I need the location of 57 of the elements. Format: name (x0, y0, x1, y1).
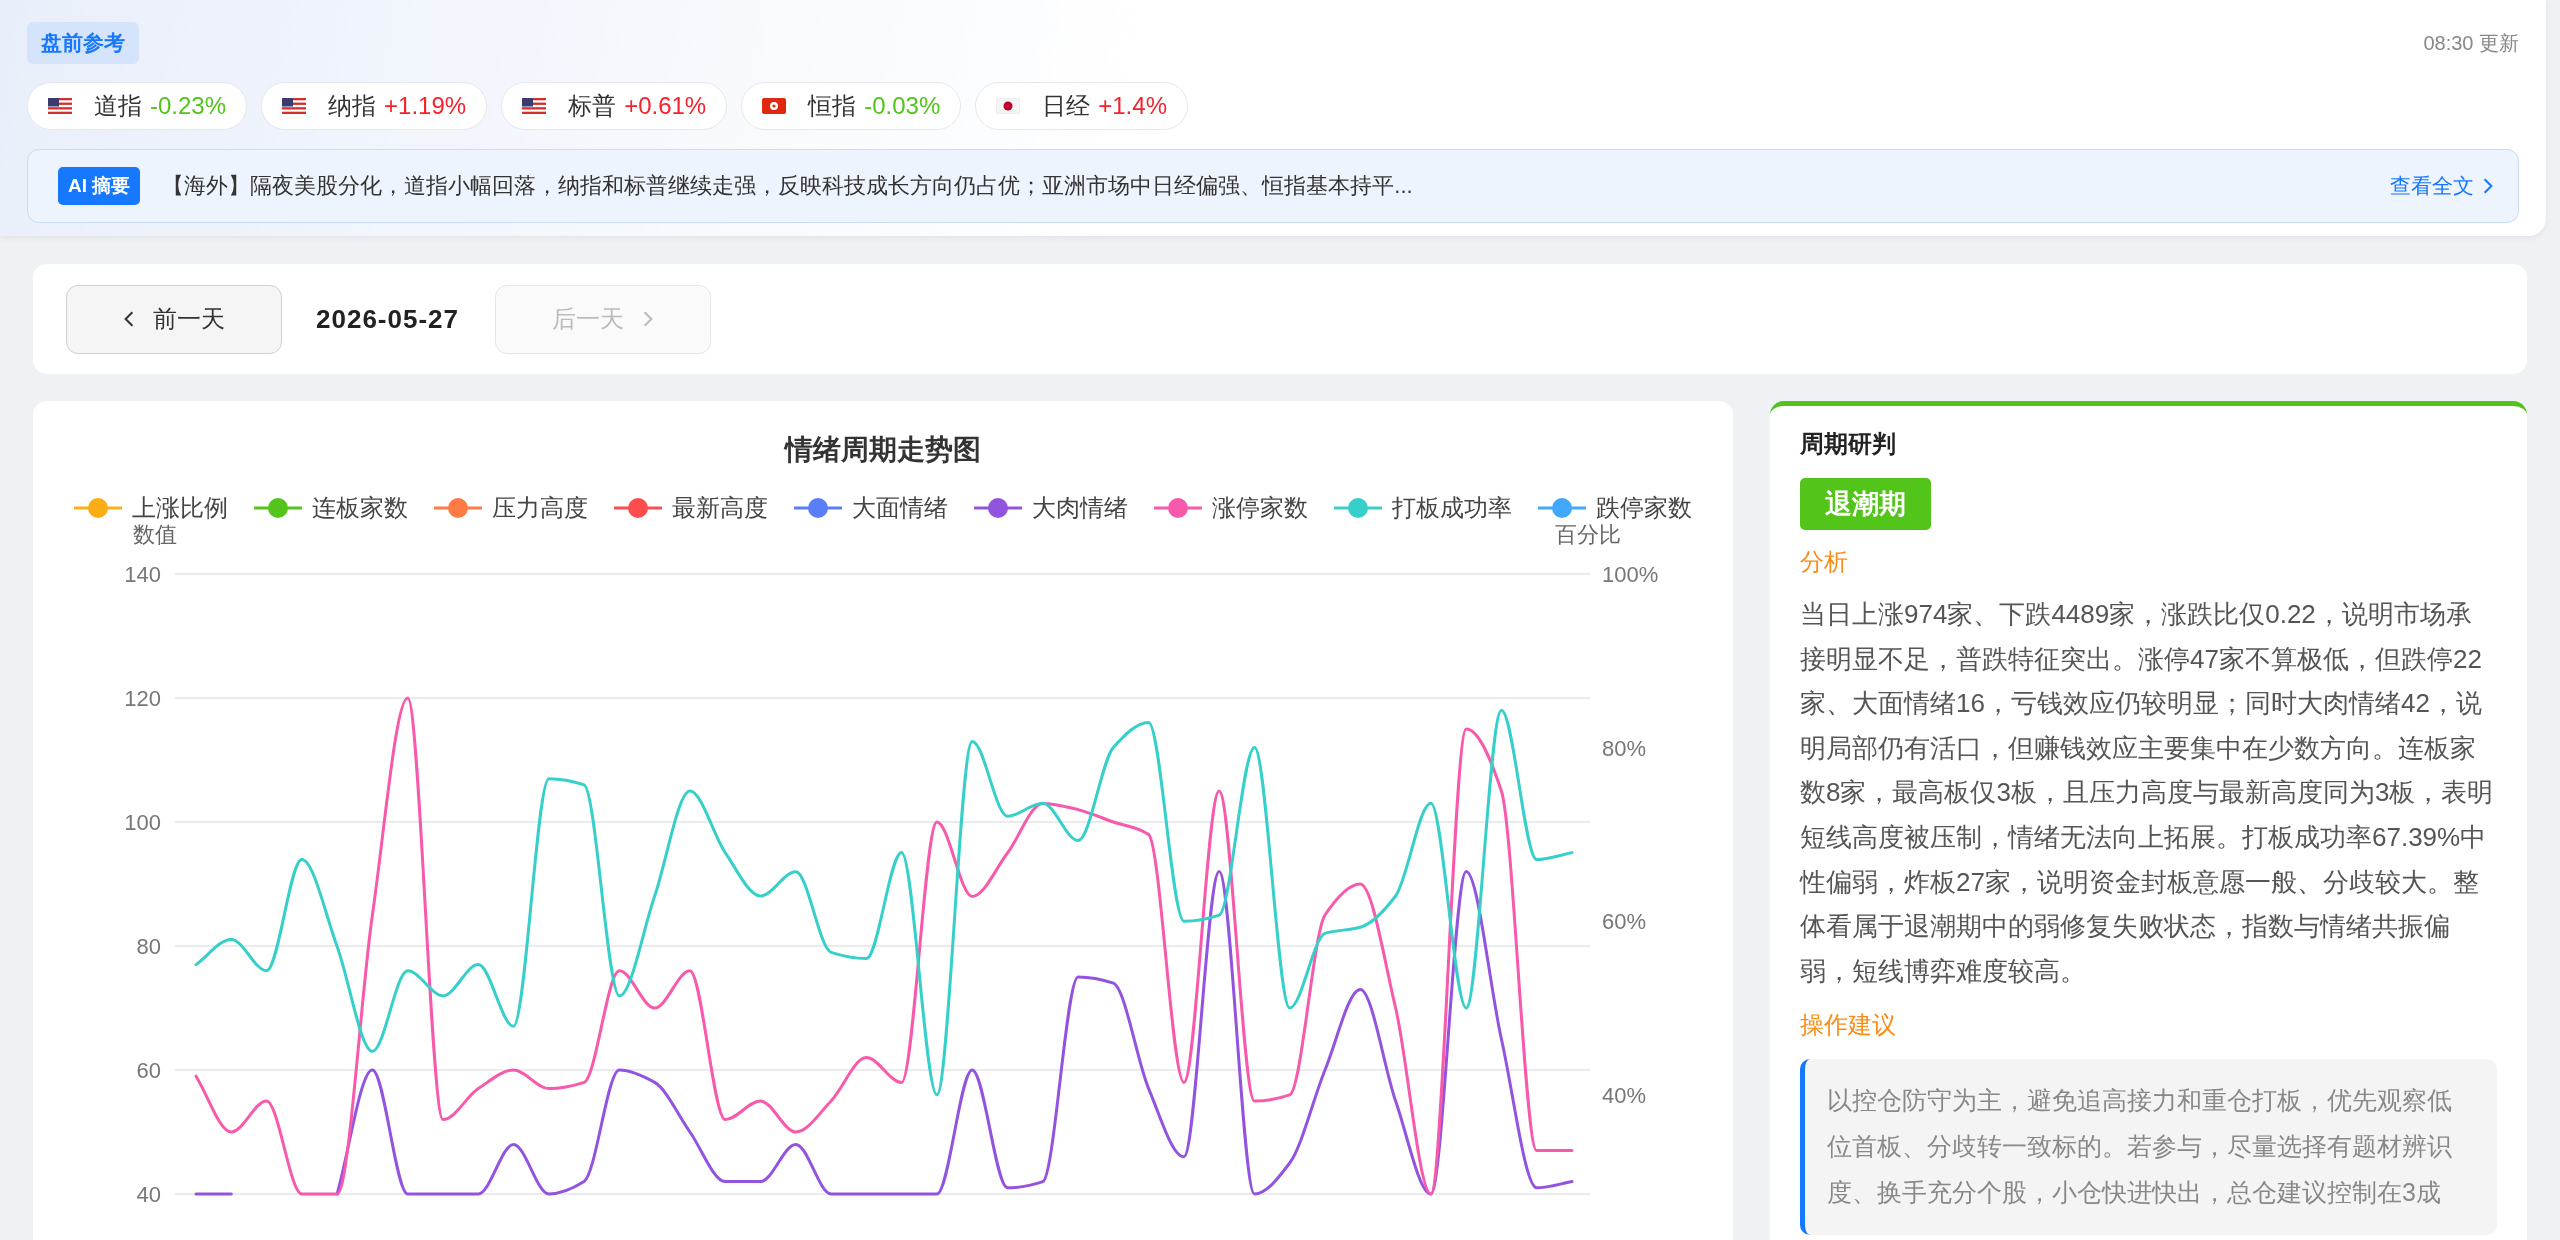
legend-label: 上涨比例 (132, 494, 228, 521)
axis-tick-label: 140 (124, 562, 161, 587)
index-chip[interactable]: 恒指 -0.03% (741, 82, 962, 130)
axis-tick-label: 80 (136, 934, 161, 959)
advice-quote: 以控仓防守为主，避免追高接力和重仓打板，优先观察低位首板、分歧转一致标的。若参与，尽量选择有题材辨识度、换手充分个股，小仓快进快出，总仓建议控制在3成 (1800, 1059, 2497, 1236)
legend-label: 连板家数 (312, 493, 408, 523)
index-chip[interactable]: 纳指 +1.19% (261, 82, 488, 130)
update-time: 08:30 更新 (2423, 31, 2519, 56)
read-more-link[interactable]: 查看全文 (2390, 172, 2494, 200)
legend-item[interactable]: 压力高度 (434, 492, 588, 524)
legend-item[interactable]: 跌停家数 (1538, 492, 1692, 524)
flag-icon (762, 98, 787, 114)
section-tag: 盘前参考 (27, 22, 139, 64)
ai-badge: AI 摘要 (58, 167, 141, 205)
chevron-left-icon (123, 310, 135, 328)
axis-tick-label: 120 (124, 686, 161, 711)
legend-item[interactable]: 涨停家数 (1154, 492, 1308, 524)
flag-icon (996, 98, 1021, 114)
analysis-text: 当日上涨974家、下跌4489家，涨跌比仅0.22，说明市场承接明显不足，普跌特征突出。涨停47家不算极低，但跌停22家、大面情绪16，亏钱效应仍较明显；同时大肉情绪42，说明局部仍有活口，但赚钱效应主要集中在少数方向。连板家数8家，最高板仅3板，且压力高度与最新高度同为3板，表明短线高度被压制，情绪无法向上拓展。打板成功率67.39%中性偏弱，炸板27家，说明资金封板意愿一般、分歧较大。整体看属于退潮期中的弱修复失败状态，指数与情绪共振偏弱，短线博弈难度较高。 (1800, 598, 2495, 988)
legend-label: 跌停家数 (1596, 494, 1692, 521)
legend-item[interactable]: 打板成功率 (1334, 492, 1512, 524)
axis-tick-label: 100% (1602, 562, 1659, 587)
chevron-right-icon (642, 310, 654, 328)
axis-tick-label: 40 (136, 1182, 161, 1207)
axis-tick-label: 40% (1602, 1082, 1647, 1108)
panel-title: 周期研判 (1800, 429, 1897, 459)
summary-text: 【海外】隔夜美股分化，道指小幅回落，纳指和标普继续走强，反映科技成长方向仍占优；亚洲市场中日经偏强、恒指基本持平... (162, 172, 1414, 200)
legend-label: 压力高度 (492, 493, 588, 523)
flag-icon (282, 98, 307, 114)
legend-label: 最新高度 (672, 493, 768, 523)
index-chip[interactable]: 日经 +1.4% (975, 82, 1188, 130)
index-chip[interactable]: 标普 +0.61% (501, 82, 728, 130)
axis-title: 数值 (133, 524, 177, 547)
legend-item[interactable]: 大面情绪 (794, 492, 948, 524)
flag-icon (48, 98, 72, 114)
axis-tick-label: 60% (1602, 909, 1647, 935)
legend-label: 大肉情绪 (1032, 493, 1128, 523)
chevron-right-icon (2482, 177, 2494, 195)
axis-title: 百分比 (1555, 524, 1621, 547)
legend-label: 涨停家数 (1212, 493, 1308, 523)
current-date: 2026-05-27 (316, 303, 459, 335)
legend-label: 打板成功率 (1392, 493, 1512, 523)
phase-badge: 退潮期 (1800, 478, 1931, 530)
legend-item[interactable]: 连板家数 (254, 492, 408, 524)
axis-tick-label: 100 (124, 810, 161, 835)
chart-title: 情绪周期走势图 (783, 433, 982, 467)
legend-item[interactable]: 最新高度 (614, 492, 768, 524)
index-chip[interactable]: 道指 -0.23% (27, 82, 248, 130)
axis-tick-label: 80% (1602, 735, 1647, 761)
section-heading: 分析 (1800, 547, 1849, 577)
section-heading: 操作建议 (1800, 1010, 1897, 1041)
axis-tick-label: 60 (136, 1058, 161, 1083)
legend-item[interactable]: 大肉情绪 (974, 492, 1128, 524)
legend-item[interactable]: 上涨比例 (74, 492, 228, 524)
previous-day-button[interactable]: 前一天 (66, 284, 282, 354)
legend-label: 大面情绪 (852, 493, 948, 523)
flag-icon (522, 98, 547, 114)
